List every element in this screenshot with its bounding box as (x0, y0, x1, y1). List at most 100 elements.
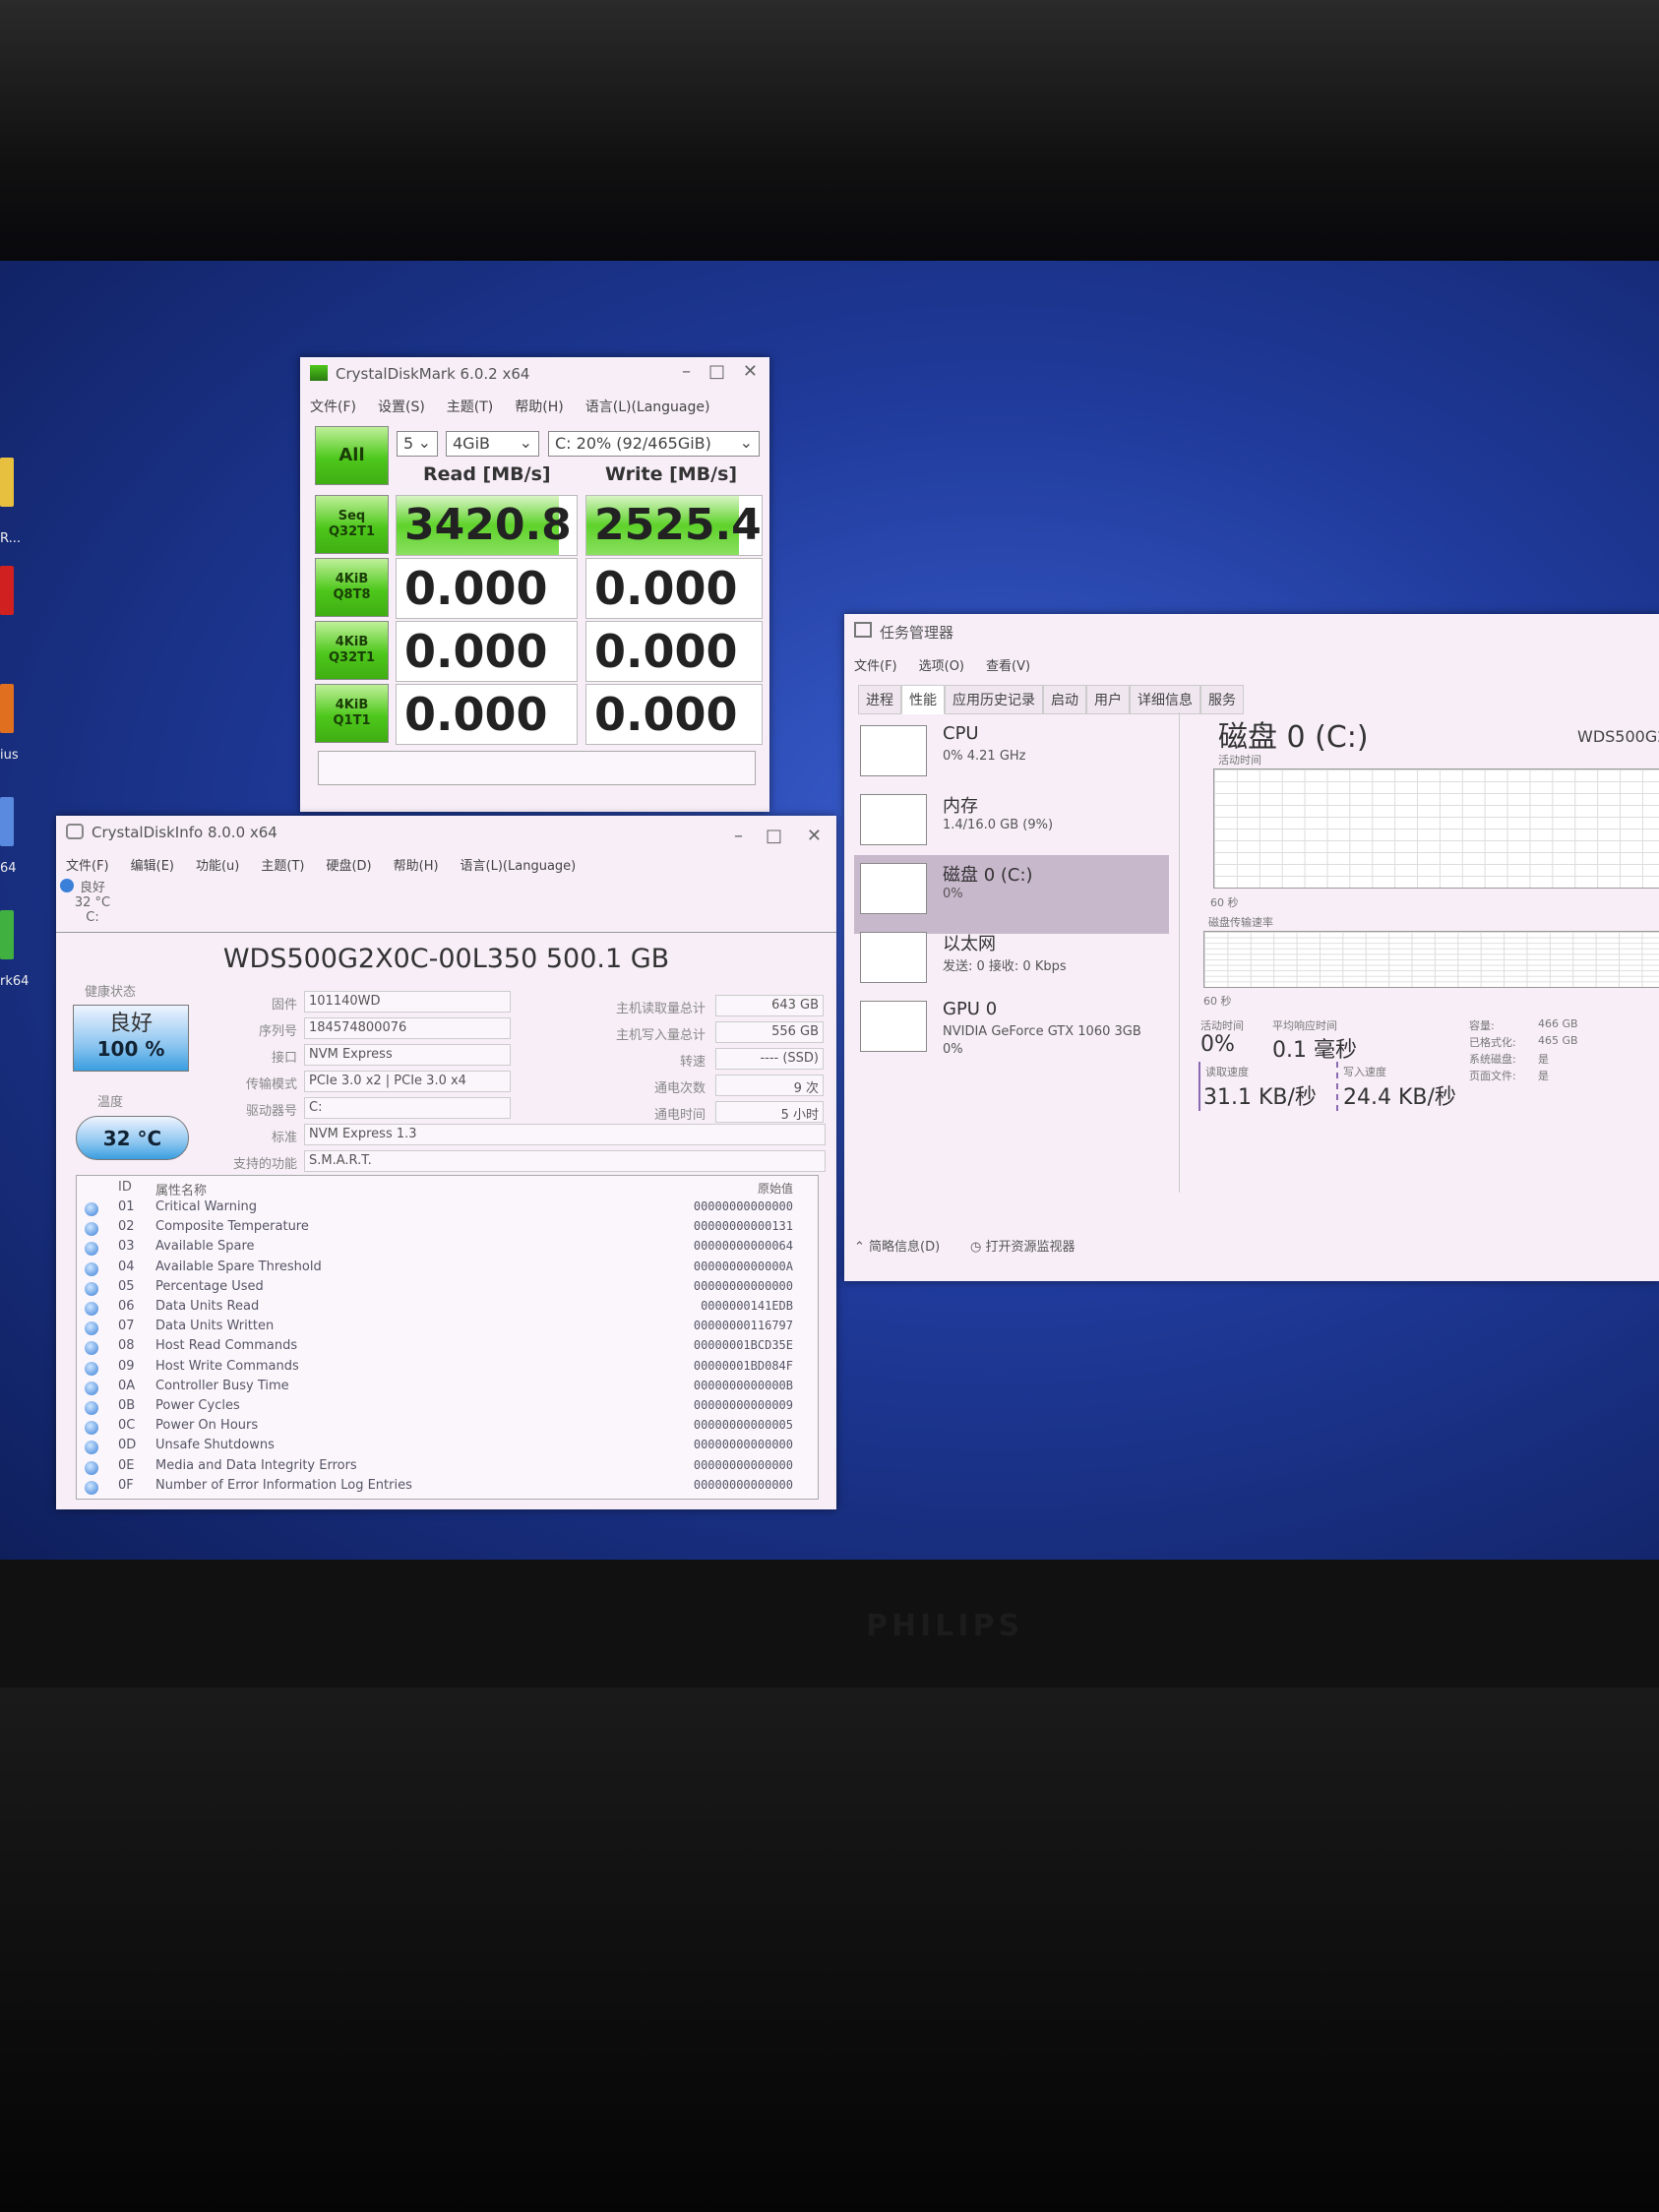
smart-row[interactable]: 0B Power Cycles 00000000000009 (77, 1398, 818, 1418)
smart-row[interactable]: 02 Composite Temperature 00000000000131 (77, 1219, 818, 1239)
comment-field[interactable] (318, 751, 756, 785)
menu-language[interactable]: 语言(L)(Language) (461, 859, 577, 874)
perf-item-4[interactable]: GPU 0 NVIDIA GeForce GTX 1060 3GB 0% (854, 993, 1169, 1072)
test-size-select[interactable]: 4GiB ⌄ (446, 431, 539, 457)
smart-row[interactable]: 01 Critical Warning 00000000000000 (77, 1199, 818, 1219)
smart-row[interactable]: 0F Number of Error Information Log Entrie… (77, 1478, 818, 1498)
minimize-button[interactable]: – (734, 826, 743, 846)
smart-name: Host Write Commands (155, 1358, 299, 1374)
smart-row[interactable]: 0A Controller Busy Time 0000000000000B (77, 1379, 818, 1398)
field-label: 固件 (271, 998, 297, 1013)
graph2-label: 磁盘传输速率 (1208, 916, 1273, 929)
close-button[interactable]: ✕ (807, 826, 822, 846)
graph1-label: 活动时间 (1218, 754, 1261, 767)
maximize-button[interactable]: □ (766, 826, 782, 846)
test-button-seq-q32t1[interactable]: Seq Q32T1 (315, 495, 389, 554)
menu-file[interactable]: 文件(F) (66, 859, 109, 874)
tab-1[interactable]: 性能 (901, 685, 945, 714)
tab-5[interactable]: 详细信息 (1130, 685, 1200, 714)
minimize-button[interactable]: – (682, 361, 691, 382)
test-label: 4KiB (335, 635, 369, 649)
menu-help[interactable]: 帮助(H) (394, 859, 439, 874)
smart-id: 0B (118, 1398, 136, 1413)
drive-model-title: WDS500G2X0C-00L350 500.1 GB (222, 944, 670, 974)
close-button[interactable]: ✕ (743, 361, 758, 382)
smart-row[interactable]: 04 Available Spare Threshold 0000000000000… (77, 1260, 818, 1279)
tab-4[interactable]: 用户 (1086, 685, 1130, 714)
smart-name: Data Units Written (155, 1319, 275, 1334)
test-label: Seq (338, 509, 366, 523)
smart-row[interactable]: 09 Host Write Commands 00000001BD084F (77, 1359, 818, 1379)
menu-settings[interactable]: 设置(S) (378, 399, 425, 415)
write-result-cell: 0.000 (585, 621, 763, 682)
smart-row[interactable]: 0E Media and Data Integrity Errors 0000000… (77, 1458, 818, 1478)
all-button[interactable]: All (315, 426, 389, 485)
perf-item-3[interactable]: 以太网 发送: 0 接收: 0 Kbps (854, 924, 1169, 1003)
smart-row[interactable]: 0D Unsafe Shutdowns 00000000000000 (77, 1438, 818, 1457)
divider (56, 932, 836, 933)
menu-options[interactable]: 选项(O) (919, 659, 964, 674)
monitor-brand-logo: PHILIPS (866, 1609, 1024, 1643)
header-id[interactable]: ID (118, 1180, 132, 1195)
menu-theme[interactable]: 主题(T) (261, 859, 304, 874)
smart-row[interactable]: 08 Host Read Commands 00000001BCD35E (77, 1338, 818, 1358)
menu-function[interactable]: 功能(u) (196, 859, 239, 874)
health-status-badge[interactable]: 良好 100 % (73, 1005, 189, 1072)
write-result-cell: 0.000 (585, 558, 763, 619)
desk-surface (0, 1688, 1659, 2212)
smart-raw: 00000000000000 (693, 1278, 793, 1293)
menu-file[interactable]: 文件(F) (310, 399, 356, 415)
test-button-4kib-q1t1[interactable]: 4KiB Q1T1 (315, 684, 389, 743)
tab-6[interactable]: 服务 (1200, 685, 1244, 714)
smart-raw: 00000000116797 (693, 1319, 793, 1333)
menu-help[interactable]: 帮助(H) (515, 399, 563, 415)
read-speed-value: 31.1 KB/秒 (1203, 1085, 1317, 1110)
smart-name: Percentage Used (155, 1278, 264, 1294)
test-button-4kib-q8t8[interactable]: 4KiB Q8T8 (315, 558, 389, 617)
smart-row[interactable]: 05 Percentage Used 00000000000000 (77, 1279, 818, 1299)
maximize-button[interactable]: □ (708, 361, 725, 382)
smart-row[interactable]: 07 Data Units Written 00000000116797 (77, 1319, 818, 1338)
read-speed-marker (1198, 1062, 1200, 1111)
prop-value: 是 (1538, 1053, 1549, 1066)
perf-item-1[interactable]: 内存 1.4/16.0 GB (9%) (854, 786, 1169, 865)
menu-edit[interactable]: 编辑(E) (131, 859, 174, 874)
read-result-value: 0.000 (404, 688, 548, 741)
menu-view[interactable]: 查看(V) (986, 659, 1030, 674)
test-button-4kib-q32t1[interactable]: 4KiB Q32T1 (315, 621, 389, 680)
smart-row[interactable]: 0C Power On Hours 00000000000005 (77, 1418, 818, 1438)
smart-id: 05 (118, 1278, 135, 1294)
smart-row[interactable]: 03 Available Spare 00000000000064 (77, 1239, 818, 1259)
write-speed-label: 写入速度 (1343, 1066, 1386, 1078)
write-result-cell: 0.000 (585, 684, 763, 745)
read-result-cell: 0.000 (396, 558, 578, 619)
desktop-app-icon[interactable] (0, 910, 14, 959)
perf-item-name: 磁盘 0 (C:) (943, 865, 1033, 886)
health-label: 健康状态 (84, 985, 136, 1000)
resource-monitor-link[interactable]: ◷ 打开资源监视器 (970, 1236, 1075, 1255)
desktop-app-icon[interactable] (0, 684, 14, 733)
header-raw[interactable]: 原始值 (758, 1180, 793, 1197)
temperature-badge[interactable]: 32 °C (76, 1116, 189, 1160)
smart-row[interactable]: 06 Data Units Read 0000000141EDB (77, 1299, 818, 1319)
drive-tab-c[interactable]: 良好 32 °C C: (58, 877, 127, 931)
tab-3[interactable]: 启动 (1043, 685, 1086, 714)
smart-id: 03 (118, 1239, 135, 1255)
menu-file[interactable]: 文件(F) (854, 659, 897, 674)
test-count-select[interactable]: 5 ⌄ (397, 431, 438, 457)
tab-2[interactable]: 应用历史记录 (945, 685, 1043, 714)
field-value: NVM Express 1.3 (304, 1124, 826, 1145)
drive-select[interactable]: C: 20% (92/465GiB) ⌄ (548, 431, 760, 457)
desktop-app-icon[interactable] (0, 566, 14, 615)
perf-item-2[interactable]: 磁盘 0 (C:) 0% (854, 855, 1169, 934)
perf-item-0[interactable]: CPU 0% 4.21 GHz (854, 717, 1169, 796)
desktop-app-icon[interactable] (0, 458, 14, 507)
menu-disk[interactable]: 硬盘(D) (326, 859, 371, 874)
desktop-app-icon[interactable] (0, 797, 14, 846)
tab-bar: 进程 性能 应用历史记录 启动 用户 详细信息 服务 (858, 685, 1244, 714)
menu-language[interactable]: 语言(L)(Language) (585, 399, 710, 415)
fewer-details-button[interactable]: ⌃ 简略信息(D) (854, 1236, 940, 1255)
tab-0[interactable]: 进程 (858, 685, 901, 714)
header-name[interactable]: 属性名称 (155, 1180, 207, 1198)
menu-theme[interactable]: 主题(T) (447, 399, 493, 415)
